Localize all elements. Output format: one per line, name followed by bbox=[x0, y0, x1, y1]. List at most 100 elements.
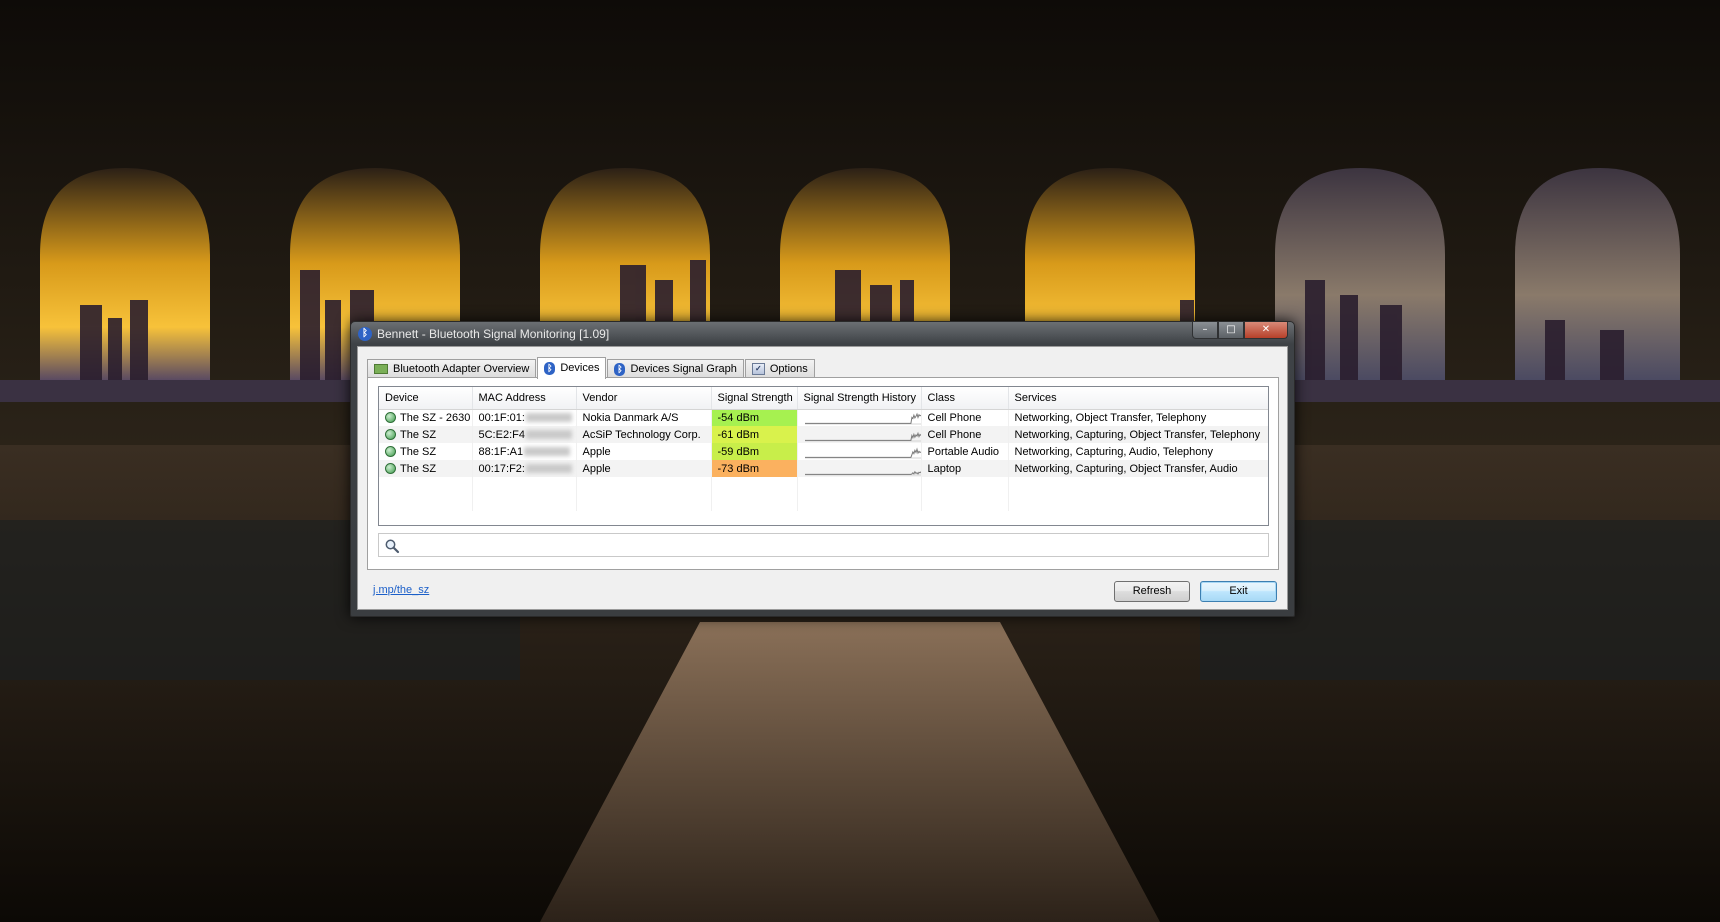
empty-cell bbox=[576, 477, 712, 511]
device-name: The SZ bbox=[400, 462, 437, 475]
table-row[interactable]: The SZ 88:1F:A1 Apple -59 dBm Portable A… bbox=[379, 443, 1268, 460]
redacted-mac-part bbox=[524, 447, 571, 457]
window-title: Bennett - Bluetooth Signal Monitoring [1… bbox=[377, 327, 610, 341]
window-client: Bluetooth Adapter Overview ᛒ Devices ᛒ D… bbox=[357, 346, 1288, 610]
empty-row bbox=[379, 477, 1268, 511]
signal-history-cell bbox=[797, 426, 922, 443]
signal-history-sparkline bbox=[804, 431, 920, 441]
bluetooth-device-icon bbox=[385, 412, 396, 424]
tab-strip: Bluetooth Adapter Overview ᛒ Devices ᛒ D… bbox=[367, 356, 816, 379]
signal-strength-cell: -61 dBm bbox=[711, 426, 798, 443]
services-cell: Networking, Capturing, Object Transfer, … bbox=[1008, 426, 1268, 443]
class-cell: Cell Phone bbox=[921, 409, 1009, 426]
mac-cell: 00:1F:01: bbox=[472, 409, 577, 426]
bluetooth-icon: ᛒ bbox=[358, 327, 372, 341]
column-header-vendor[interactable]: Vendor bbox=[576, 387, 712, 410]
mac-address: 88:1F:A1 bbox=[478, 445, 524, 458]
column-header-mac-address[interactable]: MAC Address bbox=[472, 387, 577, 410]
mac-address: 00:1F:01: bbox=[478, 411, 525, 424]
column-header-device[interactable]: Device bbox=[379, 387, 473, 410]
signal-history-sparkline bbox=[804, 470, 920, 475]
signal-strength-cell: -59 dBm bbox=[711, 443, 798, 460]
table-row[interactable]: The SZ - 2630 00:1F:01: Nokia Danmark A/… bbox=[379, 409, 1268, 426]
bluetooth-device-icon bbox=[385, 463, 396, 474]
signal-strength-cell: -73 dBm bbox=[711, 460, 798, 477]
device-cell: The SZ bbox=[379, 426, 473, 443]
tab-label: Devices Signal Graph bbox=[630, 363, 737, 375]
column-header-services[interactable]: Services bbox=[1008, 387, 1268, 410]
bluetooth-icon: ᛒ bbox=[544, 361, 556, 375]
empty-cell bbox=[472, 477, 577, 511]
bluetooth-icon: ᛒ bbox=[614, 362, 626, 376]
column-header-signal-strength-history[interactable]: Signal Strength History bbox=[797, 387, 922, 410]
mac-address: 00:17:F2: bbox=[478, 462, 525, 475]
empty-cell bbox=[921, 477, 1009, 511]
empty-cell bbox=[1008, 477, 1268, 511]
search-box[interactable] bbox=[378, 533, 1269, 557]
table-row[interactable]: The SZ 00:17:F2: Apple -73 dBm Laptop Ne… bbox=[379, 460, 1268, 477]
tab-devices-signal-graph[interactable]: ᛒ Devices Signal Graph bbox=[607, 359, 744, 378]
vendor-cell: Apple bbox=[576, 460, 712, 477]
sparkline-line bbox=[804, 412, 920, 424]
services-cell: Networking, Object Transfer, Telephony bbox=[1008, 409, 1268, 426]
close-button[interactable]: ✕ bbox=[1244, 322, 1288, 339]
devices-panel: Device MAC Address Vendor Signal Strengt… bbox=[367, 377, 1279, 570]
adapter-icon bbox=[374, 364, 388, 374]
refresh-button[interactable]: Refresh bbox=[1114, 581, 1190, 602]
empty-cell bbox=[379, 477, 473, 511]
signal-history-sparkline bbox=[804, 446, 920, 458]
bluetooth-device-icon bbox=[385, 429, 396, 440]
tab-label: Bluetooth Adapter Overview bbox=[393, 363, 530, 375]
mac-cell: 00:17:F2: bbox=[472, 460, 577, 477]
device-name: The SZ - 2630 bbox=[400, 411, 471, 424]
sparkline-line bbox=[804, 446, 920, 458]
device-name: The SZ bbox=[400, 445, 437, 458]
services-cell: Networking, Capturing, Audio, Telephony bbox=[1008, 443, 1268, 460]
website-link[interactable]: j.mp/the_sz bbox=[373, 584, 429, 596]
services-cell: Networking, Capturing, Object Transfer, … bbox=[1008, 460, 1268, 477]
device-name: The SZ bbox=[400, 428, 437, 441]
redacted-mac-part bbox=[525, 413, 572, 423]
device-cell: The SZ bbox=[379, 443, 473, 460]
title-bar[interactable]: ᛒ Bennett - Bluetooth Signal Monitoring … bbox=[351, 322, 1294, 346]
mac-cell: 5C:E2:F4 bbox=[472, 426, 577, 443]
minimize-button[interactable]: – bbox=[1192, 322, 1218, 339]
app-window: ᛒ Bennett - Bluetooth Signal Monitoring … bbox=[350, 321, 1295, 617]
class-cell: Laptop bbox=[921, 460, 1009, 477]
table-row[interactable]: The SZ 5C:E2:F4 AcSiP Technology Corp. -… bbox=[379, 426, 1268, 443]
devices-list[interactable]: Device MAC Address Vendor Signal Strengt… bbox=[378, 386, 1269, 526]
device-cell: The SZ - 2630 bbox=[379, 409, 473, 426]
bluetooth-device-icon bbox=[385, 446, 396, 457]
mac-cell: 88:1F:A1 bbox=[472, 443, 577, 460]
sparkline-line bbox=[804, 431, 920, 441]
class-cell: Portable Audio bbox=[921, 443, 1009, 460]
empty-cell bbox=[797, 477, 922, 511]
vendor-cell: Nokia Danmark A/S bbox=[576, 409, 712, 426]
signal-history-cell bbox=[797, 443, 922, 460]
tab-devices[interactable]: ᛒ Devices bbox=[537, 357, 607, 379]
header-row: Device MAC Address Vendor Signal Strengt… bbox=[379, 387, 1268, 410]
redacted-mac-part bbox=[525, 464, 572, 474]
options-icon: ✓ bbox=[751, 363, 765, 375]
tab-label: Options bbox=[769, 363, 808, 375]
search-input[interactable] bbox=[403, 536, 1263, 554]
signal-history-cell bbox=[797, 460, 922, 477]
signal-strength-cell: -54 dBm bbox=[711, 409, 798, 426]
vendor-cell: Apple bbox=[576, 443, 712, 460]
mac-address: 5C:E2:F4 bbox=[478, 428, 525, 441]
device-cell: The SZ bbox=[379, 460, 473, 477]
redacted-mac-part bbox=[525, 430, 572, 440]
maximize-button[interactable]: □ bbox=[1218, 322, 1244, 339]
search-icon bbox=[385, 539, 400, 554]
tab-options[interactable]: ✓ Options bbox=[744, 359, 815, 378]
column-header-signal-strength[interactable]: Signal Strength bbox=[711, 387, 798, 410]
tab-bluetooth-adapter-overview[interactable]: Bluetooth Adapter Overview bbox=[367, 359, 537, 378]
column-header-class[interactable]: Class bbox=[921, 387, 1009, 410]
exit-button[interactable]: Exit bbox=[1200, 581, 1277, 602]
signal-history-cell bbox=[797, 409, 922, 426]
sparkline-line bbox=[804, 470, 920, 475]
class-cell: Cell Phone bbox=[921, 426, 1009, 443]
window-controls: – □ ✕ bbox=[1192, 322, 1288, 339]
signal-history-sparkline bbox=[804, 412, 920, 425]
tab-label: Devices bbox=[560, 362, 600, 374]
